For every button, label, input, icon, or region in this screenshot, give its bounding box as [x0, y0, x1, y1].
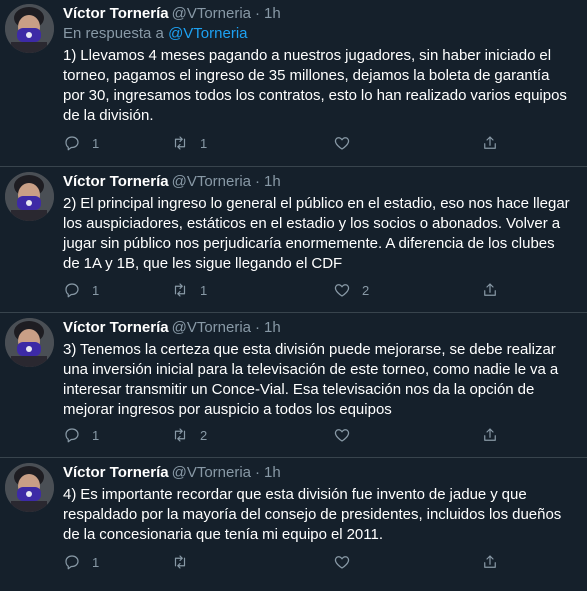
avatar[interactable] [5, 4, 54, 53]
author-handle[interactable]: @VTorneria [172, 319, 251, 336]
tweet-text: 1) Llevamos 4 meses pagando a nuestros j… [63, 46, 578, 126]
heart-icon [334, 556, 350, 569]
tweet-text-line: de la concesionaria que tenía mi equipo … [63, 526, 384, 543]
retweet-icon [174, 136, 186, 150]
retweet-count: 1 [200, 135, 208, 151]
tweet[interactable]: Víctor Tornería @VTorneria · 1h 3) Tenemos … [0, 313, 587, 458]
like-count: 2 [362, 282, 370, 298]
retweet-button[interactable]: 1 [171, 280, 207, 300]
tweet-text-line: jugar sin público nos perjudicaría enorm… [63, 235, 555, 252]
reply-count: 1 [92, 135, 100, 151]
author-name[interactable]: Víctor Tornería [63, 319, 169, 336]
like-button[interactable] [333, 425, 362, 445]
author-name[interactable]: Víctor Tornería [63, 5, 169, 22]
reply-count: 1 [92, 282, 100, 298]
tweet-actions: 1 2 [63, 425, 543, 445]
reply-prefix: En respuesta a [63, 25, 164, 42]
reply-icon [65, 428, 79, 443]
author-handle[interactable]: @VTorneria [172, 5, 251, 22]
reply-icon [65, 283, 79, 298]
tweet-actions: 1 1 2 [63, 280, 543, 300]
reply-button[interactable]: 1 [63, 133, 99, 153]
tweet-text: 4) Es importante recordar que esta divis… [63, 485, 578, 545]
tweet[interactable]: Víctor Tornería @VTorneria · 1h En respuest… [0, 0, 587, 167]
tweet-text-line: mejorar ingresos por auspicio a todos lo… [63, 401, 392, 418]
share-icon [484, 555, 496, 568]
tweet-text-line: por 30, ingresamos todos los contratos, … [63, 87, 567, 104]
author-handle[interactable]: @VTorneria [172, 173, 251, 190]
tweet-actions: 1 1 [63, 133, 543, 153]
tweet-text-line: de la división. [63, 107, 154, 124]
timestamp[interactable]: 1h [264, 464, 281, 481]
like-button[interactable] [333, 133, 362, 153]
tweet-text-line: una inversión inicial para la televisaci… [63, 361, 559, 378]
heart-icon [334, 429, 350, 442]
retweet-count: 1 [200, 282, 208, 298]
share-button[interactable] [481, 425, 499, 445]
reply-count: 1 [92, 554, 100, 570]
tweet-text-line: los auspiciadores, estáticos en el estad… [63, 215, 561, 232]
share-button[interactable] [481, 133, 499, 153]
share-button[interactable] [481, 552, 499, 572]
timestamp[interactable]: 1h [264, 319, 281, 336]
retweet-icon [174, 555, 186, 569]
tweet[interactable]: Víctor Tornería @VTorneria · 1h 2) El princ… [0, 167, 587, 313]
tweet-text-line: de 1A y 1B, que les sigue llegando el CD… [63, 255, 343, 272]
reply-button[interactable]: 1 [63, 552, 99, 572]
timestamp[interactable]: 1h [264, 173, 281, 190]
tweet-text-line: interesar transmitir un Conce-Vial. Esa … [63, 381, 535, 398]
tweet-text-line: torneo, pagamos el ingreso de 35 millone… [63, 67, 550, 84]
separator-dot: · [255, 319, 261, 336]
retweet-button[interactable]: 1 [171, 133, 207, 153]
avatar[interactable] [5, 463, 54, 512]
tweet-text-line: 2) El principal ingreso lo general el pú… [63, 195, 570, 212]
tweet-text: 3) Tenemos la certeza que esta división … [63, 340, 578, 420]
reply-count: 1 [92, 427, 100, 443]
tweet-text-line: 4) Es importante recordar que esta divis… [63, 486, 527, 503]
reply-button[interactable]: 1 [63, 280, 99, 300]
reply-mention-link[interactable]: @VTorneria [168, 25, 247, 42]
tweet-text: 2) El principal ingreso lo general el pú… [63, 194, 578, 274]
reply-icon [65, 136, 79, 151]
author-name[interactable]: Víctor Tornería [63, 173, 169, 190]
retweet-count: 2 [200, 427, 208, 443]
like-button[interactable] [333, 552, 362, 572]
retweet-icon [174, 283, 186, 297]
tweet-text-line: 3) Tenemos la certeza que esta división … [63, 341, 556, 358]
retweet-button[interactable] [171, 552, 200, 572]
timestamp[interactable]: 1h [264, 5, 281, 22]
avatar[interactable] [5, 172, 54, 221]
like-button[interactable]: 2 [333, 280, 369, 300]
heart-icon [334, 137, 350, 150]
reply-button[interactable]: 1 [63, 425, 99, 445]
share-icon [484, 283, 496, 296]
separator-dot: · [255, 464, 261, 481]
tweet-text-line: 1) Llevamos 4 meses pagando a nuestros j… [63, 47, 552, 64]
tweet-text-line: respaldado por la mayoría del consejo de… [63, 506, 562, 523]
tweet[interactable]: Víctor Tornería @VTorneria · 1h 4) Es impor… [0, 458, 587, 591]
avatar[interactable] [5, 318, 54, 367]
retweet-icon [174, 428, 186, 442]
author-name[interactable]: Víctor Tornería [63, 464, 169, 481]
reply-context: En respuesta a @VTorneria [63, 24, 578, 44]
retweet-button[interactable]: 2 [171, 425, 207, 445]
separator-dot: · [255, 173, 261, 190]
tweet-actions: 1 [63, 552, 543, 572]
reply-icon [65, 555, 79, 570]
heart-icon [334, 284, 350, 297]
separator-dot: · [255, 5, 261, 22]
share-icon [484, 136, 496, 149]
author-handle[interactable]: @VTorneria [172, 464, 251, 481]
share-icon [484, 428, 496, 441]
share-button[interactable] [481, 280, 499, 300]
